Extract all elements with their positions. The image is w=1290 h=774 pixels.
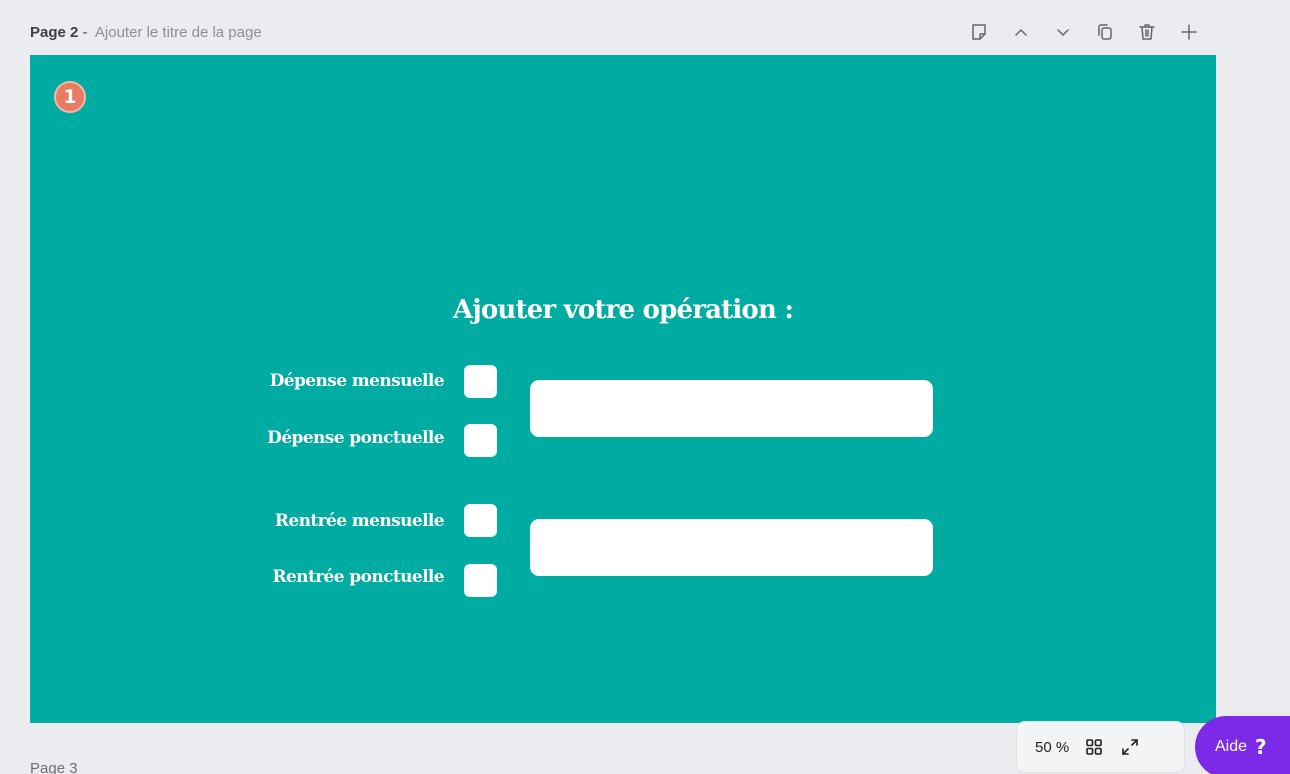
question-mark-icon: ? (1255, 735, 1267, 759)
option-label-depense-mensuelle[interactable]: Dépense mensuelle (270, 371, 445, 391)
page-header: Page 2 - Ajouter le titre de la page (30, 10, 1216, 54)
page-title-separator: - (82, 23, 88, 41)
grid-icon (1086, 739, 1103, 755)
design-heading[interactable]: Ajouter votre opération : (30, 295, 1216, 325)
checkbox-rentree-mensuelle[interactable] (464, 504, 497, 537)
expand-icon (1122, 739, 1139, 755)
page-title-placeholder[interactable]: Ajouter le titre de la page (95, 24, 262, 41)
zoom-level[interactable]: 50 % (1035, 739, 1069, 756)
add-page-button[interactable] (1168, 16, 1210, 48)
help-button[interactable]: Aide ? (1195, 716, 1290, 774)
expense-input-box[interactable] (530, 380, 933, 437)
next-page-label[interactable]: Page 3 (30, 760, 78, 774)
notes-icon (972, 24, 986, 40)
option-label-rentree-mensuelle[interactable]: Rentrée mensuelle (275, 511, 445, 531)
add-page-icon (1181, 24, 1197, 40)
zoom-bar: 50 % (1017, 722, 1184, 772)
delete-page-button[interactable] (1126, 16, 1168, 48)
checkbox-rentree-ponctuelle[interactable] (464, 564, 497, 597)
move-page-down-button[interactable] (1042, 16, 1084, 48)
delete-icon (1139, 24, 1155, 40)
option-label-depense-ponctuelle[interactable]: Dépense ponctuelle (267, 428, 444, 448)
help-label: Aide (1215, 738, 1248, 755)
page-number: Page 2 (30, 23, 79, 41)
page-title[interactable]: Page 2 - Ajouter le titre de la page (30, 24, 262, 41)
grid-view-button[interactable] (1083, 736, 1105, 758)
duplicate-page-button[interactable] (1084, 16, 1126, 48)
option-label-rentree-ponctuelle[interactable]: Rentrée ponctuelle (272, 567, 444, 587)
move-up-icon (1015, 29, 1027, 36)
design-canvas[interactable]: 1 Ajouter votre opération : Dépense mens… (30, 55, 1216, 723)
step-badge: 1 (54, 81, 86, 113)
duplicate-icon (1098, 24, 1112, 40)
notes-button[interactable] (958, 16, 1000, 48)
checkbox-depense-mensuelle[interactable] (464, 365, 497, 398)
checkbox-depense-ponctuelle[interactable] (464, 424, 497, 457)
move-page-up-button[interactable] (1000, 16, 1042, 48)
fullscreen-button[interactable] (1119, 736, 1141, 758)
editor-workspace: Page 2 - Ajouter le titre de la page 1 A… (0, 0, 1290, 774)
page-toolbar (958, 16, 1210, 48)
income-input-box[interactable] (530, 519, 933, 576)
move-down-icon (1057, 29, 1069, 36)
